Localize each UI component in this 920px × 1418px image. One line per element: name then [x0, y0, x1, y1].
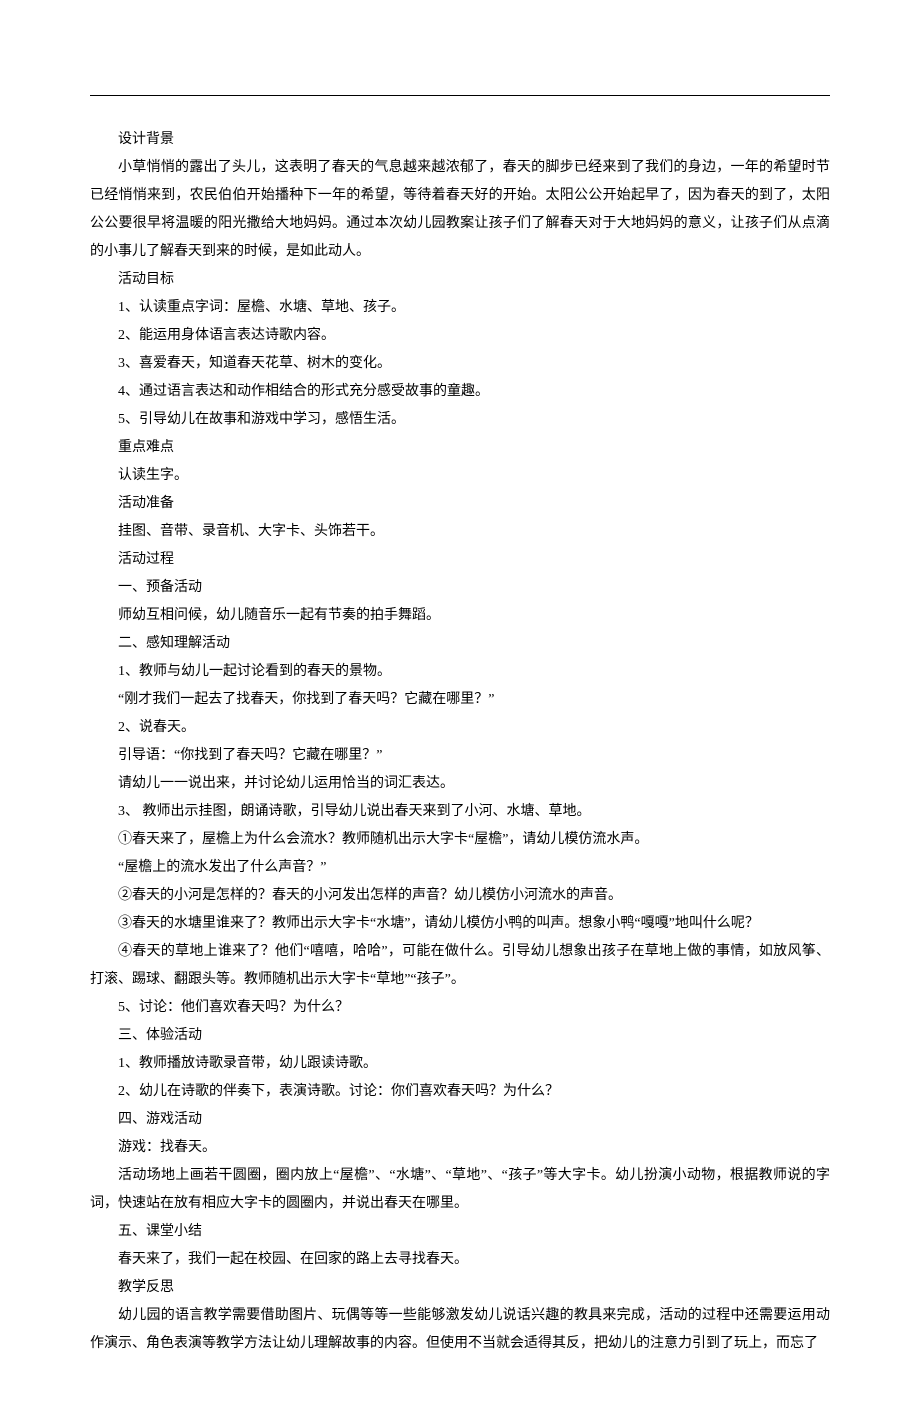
background-body: 小草悄悄的露出了头儿，这表明了春天的气息越来越浓郁了，春天的脚步已经来到了我们的…: [90, 154, 830, 266]
step4-game-body: 活动场地上画若干圆圈，圈内放上“屋檐”、“水塘”、“草地”、“孩子”等大字卡。幼…: [90, 1162, 830, 1218]
preparation-body: 挂图、音带、录音机、大字卡、头饰若干。: [90, 518, 830, 546]
step3-item1: 1、教师播放诗歌录音带，幼儿跟读诗歌。: [90, 1050, 830, 1078]
keypoints-heading: 重点难点: [90, 434, 830, 462]
reflection-heading: 教学反思: [90, 1274, 830, 1302]
step2-quote2: “屋檐上的流水发出了什么声音？”: [90, 854, 830, 882]
step2-sub2: ②春天的小河是怎样的？春天的小河发出怎样的声音？幼儿模仿小河流水的声音。: [90, 882, 830, 910]
step3-title: 三、体验活动: [90, 1022, 830, 1050]
step3-item2: 2、幼儿在诗歌的伴奏下，表演诗歌。讨论：你们喜欢春天吗？为什么？: [90, 1078, 830, 1106]
objective-item-1: 1、认读重点字词：屋檐、水塘、草地、孩子。: [90, 294, 830, 322]
objective-item-3: 3、喜爱春天，知道春天花草、树木的变化。: [90, 350, 830, 378]
step2-guide-body: 请幼儿一一说出来，并讨论幼儿运用恰当的词汇表达。: [90, 770, 830, 798]
keypoints-body: 认读生字。: [90, 462, 830, 490]
step2-quote1: “刚才我们一起去了找春天，你找到了春天吗？它藏在哪里？”: [90, 686, 830, 714]
objective-item-5: 5、引导幼儿在故事和游戏中学习，感悟生活。: [90, 406, 830, 434]
background-heading: 设计背景: [90, 126, 830, 154]
step4-title: 四、游戏活动: [90, 1106, 830, 1134]
step2-title: 二、感知理解活动: [90, 630, 830, 658]
header-rule: [90, 95, 830, 96]
step2-item2: 2、说春天。: [90, 714, 830, 742]
step4-game-title: 游戏：找春天。: [90, 1134, 830, 1162]
objective-item-4: 4、通过语言表达和动作相结合的形式充分感受故事的童趣。: [90, 378, 830, 406]
process-heading: 活动过程: [90, 546, 830, 574]
step2-sub1: ①春天来了，屋檐上为什么会流水？教师随机出示大字卡“屋檐”，请幼儿模仿流水声。: [90, 826, 830, 854]
step2-item1: 1、教师与幼儿一起讨论看到的春天的景物。: [90, 658, 830, 686]
step5-title: 五、课堂小结: [90, 1218, 830, 1246]
preparation-heading: 活动准备: [90, 490, 830, 518]
objective-item-2: 2、能运用身体语言表达诗歌内容。: [90, 322, 830, 350]
step1-title: 一、预备活动: [90, 574, 830, 602]
step2-item3: 3、 教师出示挂图，朗诵诗歌，引导幼儿说出春天来到了小河、水塘、草地。: [90, 798, 830, 826]
step2-sub3: ③春天的水塘里谁来了？教师出示大字卡“水塘”，请幼儿模仿小鸭的叫声。想象小鸭“嘎…: [90, 910, 830, 938]
step2-guide: 引导语：“你找到了春天吗？它藏在哪里？”: [90, 742, 830, 770]
step2-item5: 5、讨论：他们喜欢春天吗？为什么？: [90, 994, 830, 1022]
objectives-heading: 活动目标: [90, 266, 830, 294]
step2-sub4: ④春天的草地上谁来了？他们“嘻嘻，哈哈”，可能在做什么。引导幼儿想象出孩子在草地…: [90, 938, 830, 994]
step5-body: 春天来了，我们一起在校园、在回家的路上去寻找春天。: [90, 1246, 830, 1274]
step1-body: 师幼互相问候，幼儿随音乐一起有节奏的拍手舞蹈。: [90, 602, 830, 630]
reflection-body: 幼儿园的语言教学需要借助图片、玩偶等等一些能够激发幼儿说话兴趣的教具来完成，活动…: [90, 1302, 830, 1358]
